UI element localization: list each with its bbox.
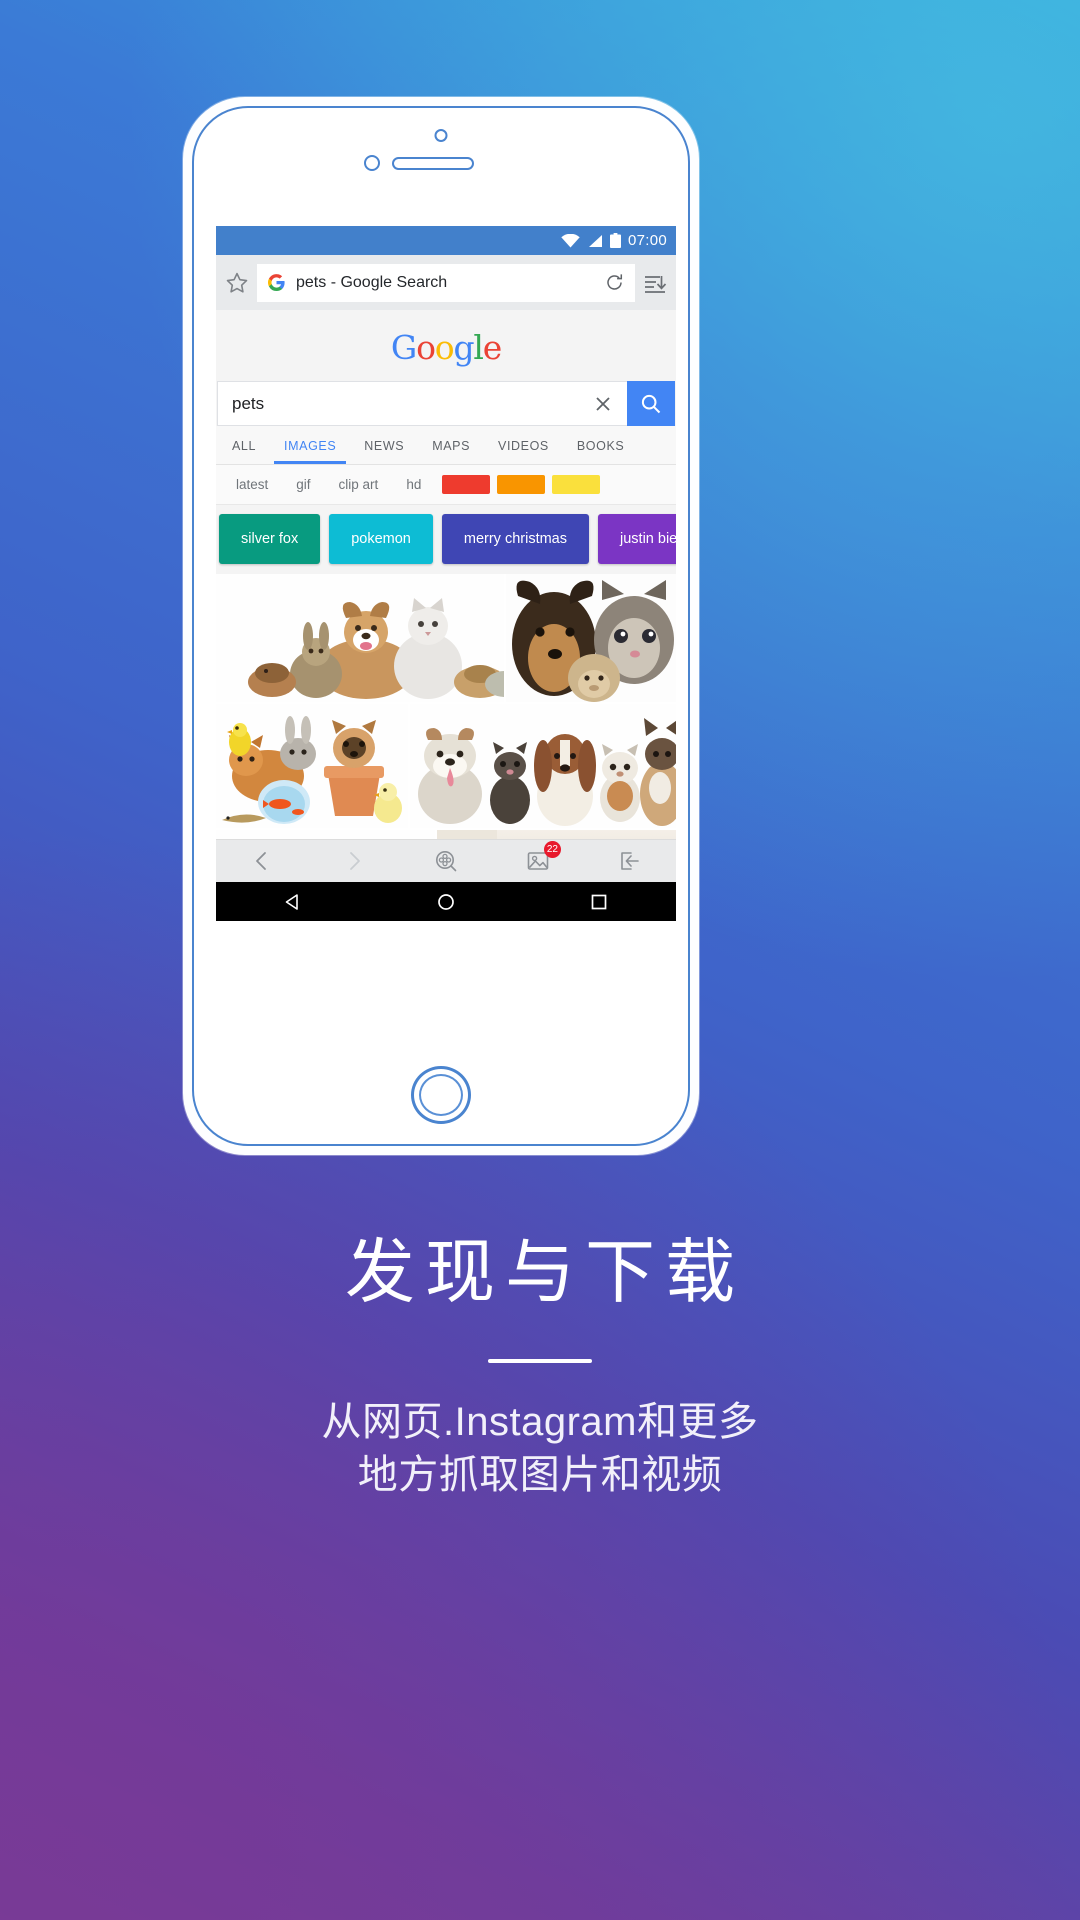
image-result[interactable]	[410, 704, 676, 828]
google-favicon	[268, 274, 285, 291]
filter-clip-art[interactable]: clip art	[325, 477, 393, 492]
search-input[interactable]: pets	[217, 381, 627, 426]
logo-letter: g	[453, 328, 474, 367]
tab-maps[interactable]: MAPS	[418, 426, 484, 464]
logo-letter: o	[416, 328, 436, 367]
app-bottom-toolbar: 22	[216, 839, 676, 882]
clear-x-icon[interactable]	[593, 394, 613, 414]
logo-letter: e	[482, 328, 503, 367]
battery-icon	[609, 233, 621, 248]
subtitle-line-1: 从网页.Instagram和更多	[321, 1400, 759, 1444]
front-camera-icon	[434, 129, 448, 142]
chip-pokemon[interactable]: pokemon	[329, 514, 433, 564]
tab-images[interactable]: IMAGES	[270, 426, 350, 464]
color-swatch-yellow[interactable]	[552, 475, 601, 494]
tab-books[interactable]: BOOKS	[563, 426, 638, 464]
filter-gif[interactable]: gif	[282, 477, 324, 492]
search-vertical-tabs: ALL IMAGES NEWS MAPS VIDEOS BOOKS	[216, 426, 676, 465]
status-bar-time: 07:00	[627, 232, 667, 249]
page-title: 发现与下载	[345, 1233, 745, 1311]
page-subtitle: 从网页.Instagram和更多 地方抓取图片和视频	[0, 1396, 1080, 1502]
proximity-sensor-icon	[364, 155, 380, 171]
grid-row	[216, 704, 676, 828]
page-title: pets - Google Search	[296, 273, 448, 291]
chip-merry-christmas[interactable]: merry christmas	[441, 514, 589, 564]
film-reel-icon[interactable]	[434, 849, 458, 873]
filter-hd[interactable]: hd	[392, 477, 435, 492]
browser-url-bar: pets - Google Search	[216, 255, 676, 310]
forward-icon[interactable]	[342, 849, 366, 873]
image-result[interactable]	[506, 574, 676, 702]
logo-letter: o	[434, 328, 455, 367]
omnibox[interactable]: pets - Google Search	[257, 263, 635, 302]
nav-home-icon[interactable]	[435, 891, 457, 913]
phone-screen: 07:00 pets - Google Search Google pets A…	[216, 226, 676, 921]
grid-row	[216, 574, 676, 702]
title-divider	[488, 1359, 592, 1363]
chip-justin-bieber[interactable]: justin bieber	[598, 514, 676, 564]
gallery-count-badge: 22	[543, 841, 561, 858]
logo-letter: G	[390, 328, 417, 367]
image-gallery-icon[interactable]: 22	[526, 841, 561, 873]
android-navigation-bar	[216, 882, 676, 921]
back-icon[interactable]	[250, 849, 274, 873]
reload-icon[interactable]	[605, 273, 624, 292]
image-filter-bar: latest gif clip art hd	[216, 465, 676, 505]
color-swatch-orange[interactable]	[497, 475, 546, 494]
search-row: pets	[217, 381, 675, 426]
subtitle-line-2: 地方抓取图片和视频	[357, 1452, 723, 1497]
home-button[interactable]	[411, 1066, 471, 1124]
download-icon[interactable]	[642, 270, 668, 296]
signal-icon	[587, 234, 603, 248]
google-search-page: Google pets ALL IMAGES NEWS MAPS VIDEOS …	[216, 310, 676, 921]
star-icon[interactable]	[224, 270, 250, 296]
color-swatch-red[interactable]	[442, 475, 491, 494]
wifi-icon	[561, 233, 580, 248]
image-result[interactable]	[216, 574, 504, 702]
filter-latest[interactable]: latest	[222, 477, 282, 492]
exit-icon[interactable]	[618, 849, 642, 873]
search-query-value: pets	[232, 393, 265, 413]
google-logo: Google	[216, 310, 676, 381]
nav-back-icon[interactable]	[282, 891, 304, 913]
tab-news[interactable]: NEWS	[350, 426, 418, 464]
tab-videos[interactable]: VIDEOS	[484, 426, 563, 464]
tab-all[interactable]: ALL	[218, 426, 270, 464]
related-search-chips: silver fox pokemon merry christmas justi…	[216, 505, 676, 574]
phone-device-mockup: 07:00 pets - Google Search Google pets A…	[183, 97, 699, 1155]
earpiece-speaker	[392, 157, 474, 170]
search-button[interactable]	[627, 381, 675, 426]
nav-recents-icon[interactable]	[588, 891, 610, 913]
status-bar: 07:00	[216, 226, 676, 255]
chip-silver-fox[interactable]: silver fox	[219, 514, 321, 564]
image-result[interactable]	[216, 704, 408, 828]
logo-letter: l	[473, 328, 484, 367]
